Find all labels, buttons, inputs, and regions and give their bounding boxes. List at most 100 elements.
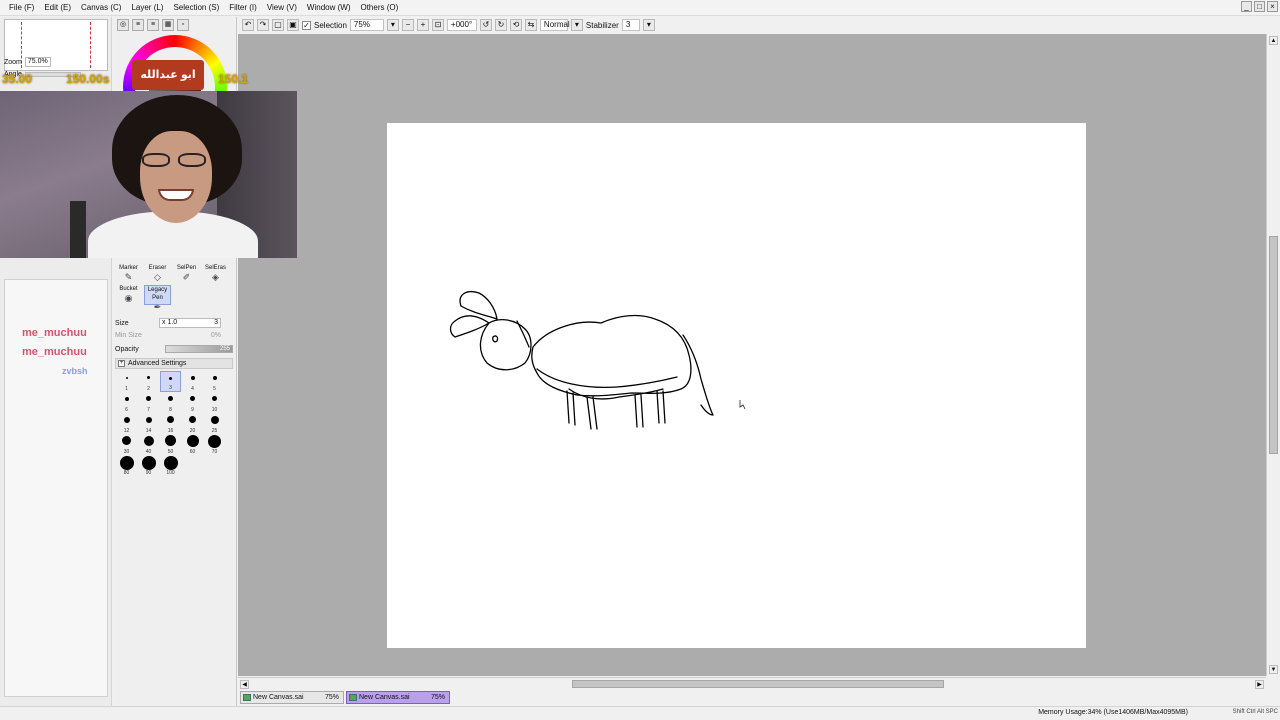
tool-legacy-pen[interactable]: Legacy Pen ✒ [144, 285, 171, 312]
tab-name: New Canvas.sai [253, 694, 304, 701]
rotation-field[interactable]: +000° [446, 19, 477, 31]
color-wheel-mode-icon[interactable]: ◎ [117, 19, 129, 31]
scroll-left-icon[interactable]: ◀ [240, 680, 249, 689]
tool-eraser[interactable]: Eraser ◇ [144, 264, 171, 284]
menu-file[interactable]: File (F) [4, 3, 39, 12]
scratchpad-icon[interactable]: ▫ [177, 19, 189, 31]
advanced-settings-toggle[interactable]: + Advanced Settings [115, 358, 233, 369]
redo-icon[interactable]: ↷ [257, 19, 269, 31]
scroll-down-icon[interactable]: ▼ [1269, 665, 1278, 674]
invert-selection-icon[interactable]: ▣ [287, 19, 299, 31]
close-icon[interactable]: × [1267, 1, 1278, 12]
brush-size-16[interactable]: 16 [160, 413, 181, 434]
brush-dot-icon [210, 415, 219, 424]
undo-icon[interactable]: ↶ [242, 19, 254, 31]
brush-size-8[interactable]: 8 [160, 392, 181, 413]
size-multiplier[interactable]: x 1.0 [162, 319, 177, 327]
vertical-scroll-thumb[interactable] [1269, 236, 1278, 454]
hsv-slider-icon[interactable]: ≡ [147, 19, 159, 31]
advanced-settings-label: Advanced Settings [128, 360, 187, 367]
brush-size-label: 80 [123, 470, 130, 476]
menu-window[interactable]: Window (W) [302, 3, 356, 12]
expand-icon[interactable]: + [118, 360, 125, 367]
menu-layer[interactable]: Layer (L) [126, 3, 168, 12]
rotate-reset-icon[interactable]: ⟲ [509, 19, 522, 31]
brush-dot-icon [189, 416, 196, 423]
horizontal-scroll-thumb[interactable] [572, 680, 944, 688]
brush-size-20[interactable]: 20 [182, 413, 203, 434]
brush-size-70[interactable]: 70 [204, 434, 225, 455]
opacity-slider[interactable]: 255 [165, 345, 233, 353]
flip-icon[interactable]: ⇆ [524, 19, 537, 31]
tool-marker[interactable]: Marker ✎ [115, 264, 142, 284]
restore-icon[interactable]: □ [1254, 1, 1265, 12]
scroll-right-icon[interactable]: ▶ [1255, 680, 1264, 689]
brush-size-1[interactable]: 1 [116, 371, 137, 392]
overlay-gold-left: 35.00 [2, 72, 33, 86]
stabilizer-select[interactable]: 3 [621, 19, 640, 31]
brush-size-7[interactable]: 7 [138, 392, 159, 413]
zoom-reset-icon[interactable]: ⊡ [431, 19, 444, 31]
menu-edit[interactable]: Edit (E) [39, 3, 76, 12]
zoom-dropdown-icon[interactable]: ▾ [386, 19, 399, 31]
menu-view[interactable]: View (V) [262, 3, 302, 12]
brush-size-12[interactable]: 12 [116, 413, 137, 434]
selection-checkbox[interactable]: ✓ [302, 20, 311, 30]
brush-size-9[interactable]: 9 [182, 392, 203, 413]
stabilizer-dropdown-icon[interactable]: ▾ [642, 19, 655, 31]
brush-size-60[interactable]: 60 [182, 434, 203, 455]
size-label: Size [115, 319, 129, 327]
min-size-row: Min Size 0% [115, 329, 235, 341]
horizontal-scrollbar[interactable]: ◀ ▶ [238, 677, 1266, 690]
tool-selpen[interactable]: SelPen ✐ [173, 264, 200, 284]
canvas-file-icon [243, 694, 251, 701]
canvas-tab[interactable]: New Canvas.sai 75% [346, 691, 450, 704]
brush-size-90[interactable]: 90 [138, 455, 159, 476]
brush-size-5[interactable]: 5 [204, 371, 225, 392]
rotate-right-icon[interactable]: ↻ [494, 19, 507, 31]
blend-dropdown-icon[interactable]: ▾ [570, 19, 583, 31]
brush-size-80[interactable]: 80 [116, 455, 137, 476]
brush-size-40[interactable]: 40 [138, 434, 159, 455]
menu-others[interactable]: Others (O) [355, 3, 403, 12]
navigator-zoom-value[interactable]: 75.0% [24, 57, 51, 67]
zoom-out-icon[interactable]: − [401, 19, 414, 31]
ear-stroke [459, 291, 498, 320]
tab-zoom: 75% [430, 694, 445, 701]
modifier-keys: Shift Ctrl Alt SPC [1232, 709, 1278, 715]
brush-size-6[interactable]: 6 [116, 392, 137, 413]
menu-canvas[interactable]: Canvas (C) [76, 3, 126, 12]
tool-label: SelEras [204, 265, 226, 271]
scroll-up-icon[interactable]: ▲ [1269, 36, 1278, 45]
size-field[interactable]: x 1.0 3 [159, 318, 221, 328]
tool-seleras[interactable]: SelEras ◈ [202, 264, 229, 284]
brush-size-10[interactable]: 10 [204, 392, 225, 413]
canvas-tab[interactable]: New Canvas.sai 75% [240, 691, 344, 704]
drawing-canvas[interactable] [387, 123, 1086, 648]
brush-dot-icon [168, 396, 173, 401]
minimize-icon[interactable]: _ [1241, 1, 1252, 12]
canvas-area[interactable] [238, 34, 1266, 676]
brush-size-3[interactable]: 3 [160, 371, 181, 392]
brush-size-2[interactable]: 2 [138, 371, 159, 392]
brush-size-50[interactable]: 50 [160, 434, 181, 455]
brush-size-4[interactable]: 4 [182, 371, 203, 392]
deselect-icon[interactable]: ▢ [272, 19, 284, 31]
brush-size-30[interactable]: 30 [116, 434, 137, 455]
brush-size-100[interactable]: 100 [160, 455, 181, 476]
menu-selection[interactable]: Selection (S) [168, 3, 224, 12]
rotate-left-icon[interactable]: ↺ [479, 19, 492, 31]
zoom-field[interactable]: 75% [349, 19, 384, 31]
blend-mode-select[interactable]: Normal [539, 19, 570, 31]
brush-size-14[interactable]: 14 [138, 413, 159, 434]
brush-size-25[interactable]: 25 [204, 413, 225, 434]
rgb-slider-icon[interactable]: ≡ [132, 19, 144, 31]
size-value[interactable]: 3 [214, 319, 218, 327]
zoom-in-icon[interactable]: + [416, 19, 429, 31]
min-size-value[interactable]: 0% [159, 332, 221, 339]
vertical-scrollbar[interactable]: ▲ ▼ [1266, 34, 1280, 676]
tool-bucket[interactable]: Bucket ◉ [115, 285, 142, 305]
menu-filter[interactable]: Filter (I) [224, 3, 262, 12]
leg-stroke [656, 390, 666, 424]
swatches-icon[interactable]: ▦ [162, 19, 174, 31]
